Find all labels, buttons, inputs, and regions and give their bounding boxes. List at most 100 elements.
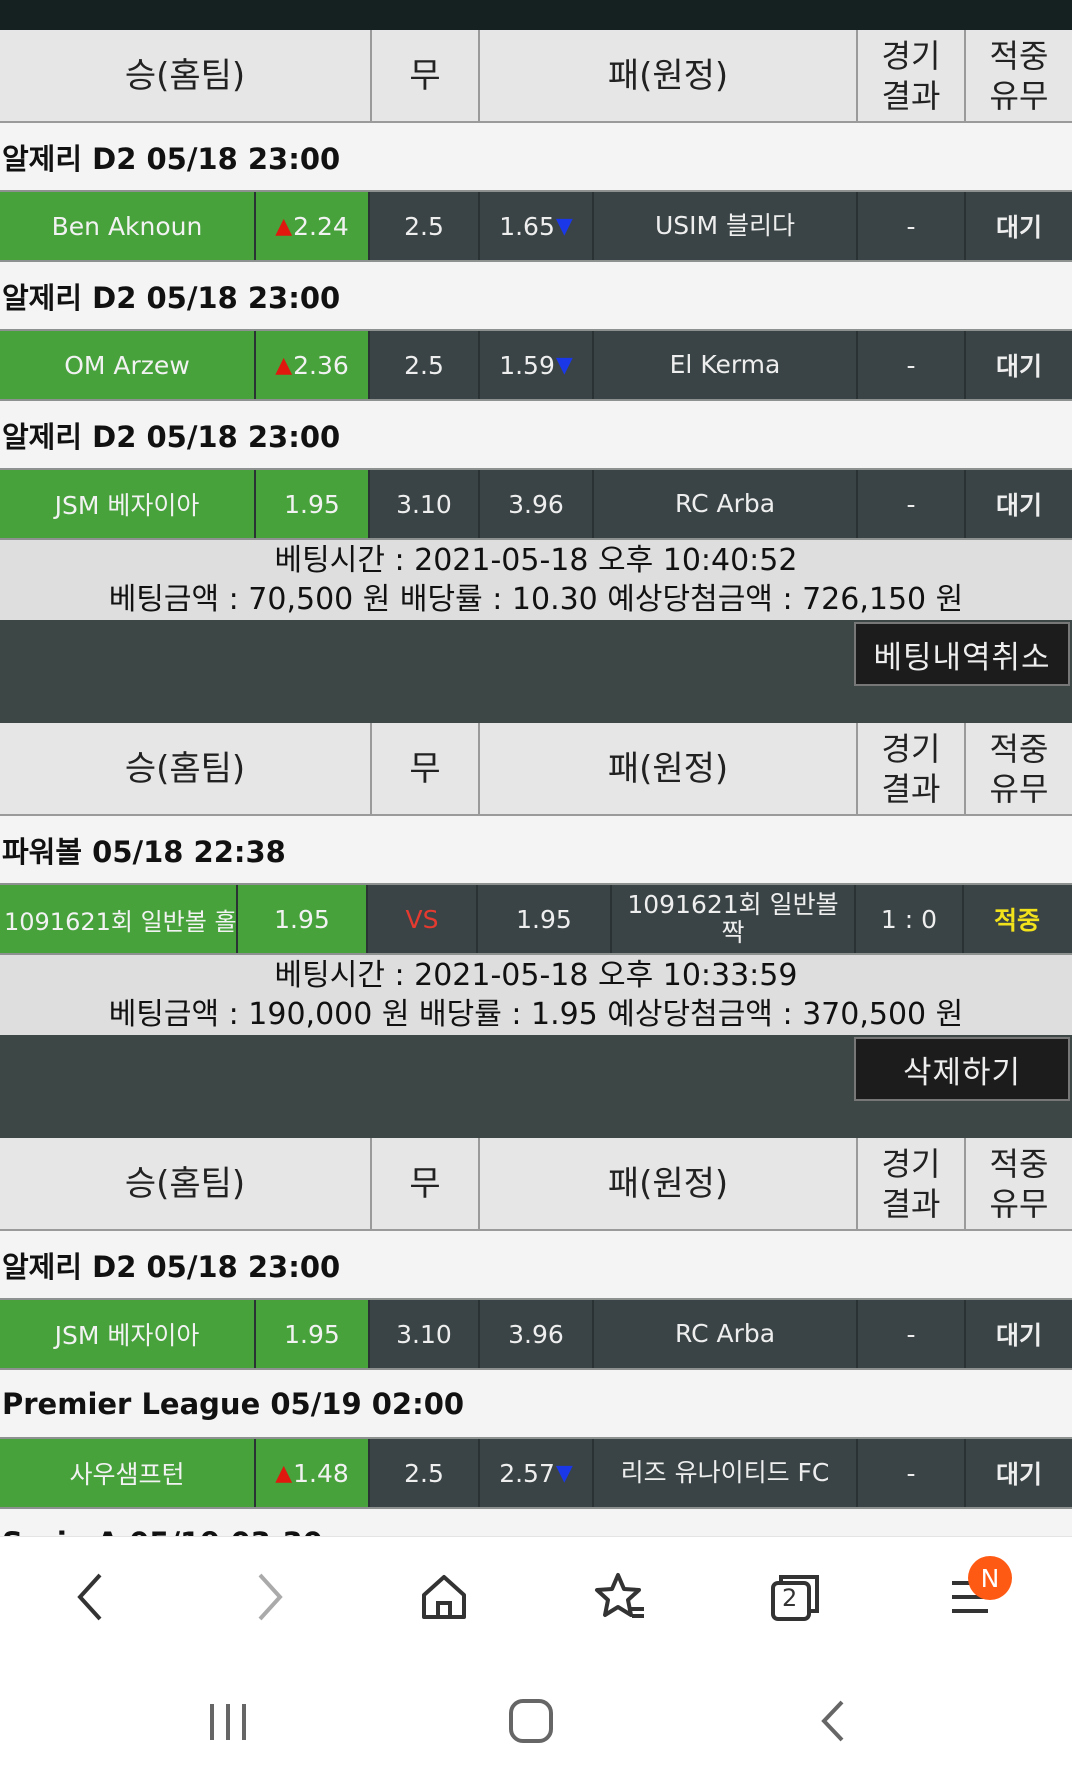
away-odds[interactable]: 2.57 ▼ (480, 1439, 594, 1507)
header-home: 승(홈팀) (0, 30, 372, 121)
draw-odds[interactable]: 2.5 (370, 192, 480, 260)
header-home: 승(홈팀) (0, 723, 372, 814)
header-result: 경기 결과 (858, 1138, 966, 1229)
forward-icon[interactable] (240, 1567, 300, 1627)
bet-history-list: 승(홈팀) 무 패(원정) 경기 결과 적중 유무 알제리 D2 05/18 23:… (0, 30, 1072, 1536)
action-bar: 삭제하기 (0, 1035, 1072, 1138)
bet-summary: 베팅시간 : 2021-05-18 오후 10:33:59 베팅금액 : 190… (0, 955, 1072, 1035)
draw-odds[interactable]: 2.5 (370, 1439, 480, 1507)
game-row: 사우샘프턴 ▲ 1.48 2.5 2.57 ▼ 리즈 유나이티드 FC - 대기 (0, 1437, 1072, 1509)
header-away: 패(원정) (480, 30, 858, 121)
tab-count: 2 (782, 1584, 798, 1612)
home-button-icon[interactable] (508, 1698, 554, 1748)
home-team[interactable]: Ben Aknoun (0, 192, 256, 260)
away-team[interactable]: 리즈 유나이티드 FC (594, 1439, 858, 1507)
game-row: JSM 베자이아 1.95 3.10 3.96 RC Arba - 대기 (0, 468, 1072, 540)
league-title: 알제리 D2 05/18 23:00 (0, 123, 1072, 190)
notification-badge: N (968, 1556, 1012, 1600)
home-team[interactable]: JSM 베자이아 (0, 470, 256, 538)
away-team[interactable]: RC Arba (594, 1300, 858, 1368)
home-odds[interactable]: ▲ 1.48 (256, 1439, 370, 1507)
league-title: Premier League 05/19 02:00 (0, 1370, 1072, 1437)
down-arrow-icon: ▼ (555, 1460, 573, 1486)
bet-amount: 베팅금액 : 70,500 원 배당률 : 10.30 예상당첨금액 : 726… (108, 582, 964, 617)
header-draw: 무 (372, 30, 480, 121)
draw-vs: VS (368, 885, 478, 953)
bet-summary: 베팅시간 : 2021-05-18 오후 10:40:52 베팅금액 : 70,… (0, 540, 1072, 620)
home-odds[interactable]: ▲ 2.24 (256, 192, 370, 260)
header-hit: 적중 유무 (989, 36, 1049, 115)
hit-status: 대기 (995, 1321, 1042, 1350)
header-draw: 무 (372, 723, 480, 814)
header-home: 승(홈팀) (0, 1138, 372, 1229)
away-odds[interactable]: 3.96 (480, 1300, 594, 1368)
home-odds[interactable]: 1.95 (238, 885, 368, 953)
up-arrow-icon: ▲ (275, 1460, 293, 1486)
home-team[interactable]: OM Arzew (0, 331, 256, 399)
up-arrow-icon: ▲ (275, 352, 293, 378)
away-team[interactable]: El Kerma (594, 331, 858, 399)
bookmark-star-icon[interactable] (590, 1567, 650, 1627)
game-result: - (858, 331, 966, 399)
recent-apps-icon[interactable] (206, 1700, 250, 1748)
game-row: 1091621회 일반볼 홀 1.95 VS 1.95 1091621회 일반볼… (0, 883, 1072, 955)
header-hit: 적중 유무 (989, 729, 1049, 808)
cancel-bet-button[interactable]: 베팅내역취소 (854, 622, 1070, 686)
back-icon[interactable] (60, 1567, 120, 1627)
league-title: 알제리 D2 05/18 23:00 (0, 1231, 1072, 1298)
game-result: - (858, 1439, 966, 1507)
home-odds[interactable]: ▲ 2.36 (256, 331, 370, 399)
draw-odds[interactable]: 2.5 (370, 331, 480, 399)
away-odds[interactable]: 1.65 ▼ (480, 192, 594, 260)
up-arrow-icon: ▲ (275, 213, 293, 239)
hit-status: 대기 (995, 1460, 1042, 1489)
header-result: 경기 결과 (858, 723, 966, 814)
league-title: 알제리 D2 05/18 23:00 (0, 401, 1072, 468)
league-title: 파워볼 05/18 22:38 (0, 816, 1072, 883)
table-header: 승(홈팀) 무 패(원정) 경기 결과 적중 유무 (0, 30, 1072, 123)
header-draw: 무 (372, 1138, 480, 1229)
hit-status: 적중 (993, 906, 1040, 935)
header-away: 패(원정) (480, 723, 858, 814)
table-header: 승(홈팀) 무 패(원정) 경기 결과 적중 유무 (0, 723, 1072, 816)
system-navigation-bar (0, 1664, 1072, 1782)
away-team[interactable]: 1091621회 일반볼 짝 (612, 885, 856, 953)
header-away: 패(원정) (480, 1138, 858, 1229)
table-header: 승(홈팀) 무 패(원정) 경기 결과 적중 유무 (0, 1138, 1072, 1231)
away-team[interactable]: RC Arba (594, 470, 858, 538)
away-team[interactable]: USIM 블리다 (594, 192, 858, 260)
away-odds[interactable]: 1.59 ▼ (480, 331, 594, 399)
hit-status: 대기 (995, 491, 1042, 520)
game-row: JSM 베자이아 1.95 3.10 3.96 RC Arba - 대기 (0, 1298, 1072, 1370)
delete-button[interactable]: 삭제하기 (854, 1037, 1070, 1101)
league-title: Serie A 05/19 03:30 (0, 1509, 1072, 1536)
hit-status: 대기 (995, 352, 1042, 381)
home-team[interactable]: JSM 베자이아 (0, 1300, 256, 1368)
browser-toolbar: 2 N (0, 1536, 1072, 1664)
draw-odds[interactable]: 3.10 (370, 1300, 480, 1368)
bet-amount: 베팅금액 : 190,000 원 배당률 : 1.95 예상당첨금액 : 370… (108, 997, 964, 1032)
home-team[interactable]: 사우샘프턴 (0, 1439, 256, 1507)
bet-time: 베팅시간 : 2021-05-18 오후 10:40:52 (274, 543, 798, 578)
tabs-icon[interactable]: 2 (765, 1567, 825, 1627)
draw-odds[interactable]: 3.10 (370, 470, 480, 538)
home-icon[interactable] (414, 1567, 474, 1627)
hit-status: 대기 (995, 213, 1042, 242)
home-odds[interactable]: 1.95 (256, 1300, 370, 1368)
game-row: Ben Aknoun ▲ 2.24 2.5 1.65 ▼ USIM 블리다 - 대기 (0, 190, 1072, 262)
league-title: 알제리 D2 05/18 23:00 (0, 262, 1072, 329)
status-bar (0, 0, 1072, 30)
system-back-icon[interactable] (816, 1698, 848, 1748)
down-arrow-icon: ▼ (555, 213, 573, 239)
home-team[interactable]: 1091621회 일반볼 홀 (0, 885, 238, 953)
action-bar: 베팅내역취소 (0, 620, 1072, 723)
home-odds[interactable]: 1.95 (256, 470, 370, 538)
game-result: 1 : 0 (856, 885, 964, 953)
game-result: - (858, 470, 966, 538)
away-odds[interactable]: 1.95 (478, 885, 612, 953)
game-row: OM Arzew ▲ 2.36 2.5 1.59 ▼ El Kerma - 대기 (0, 329, 1072, 401)
game-result: - (858, 192, 966, 260)
away-odds[interactable]: 3.96 (480, 470, 594, 538)
header-result: 경기 결과 (858, 30, 966, 121)
bet-time: 베팅시간 : 2021-05-18 오후 10:33:59 (274, 958, 798, 993)
